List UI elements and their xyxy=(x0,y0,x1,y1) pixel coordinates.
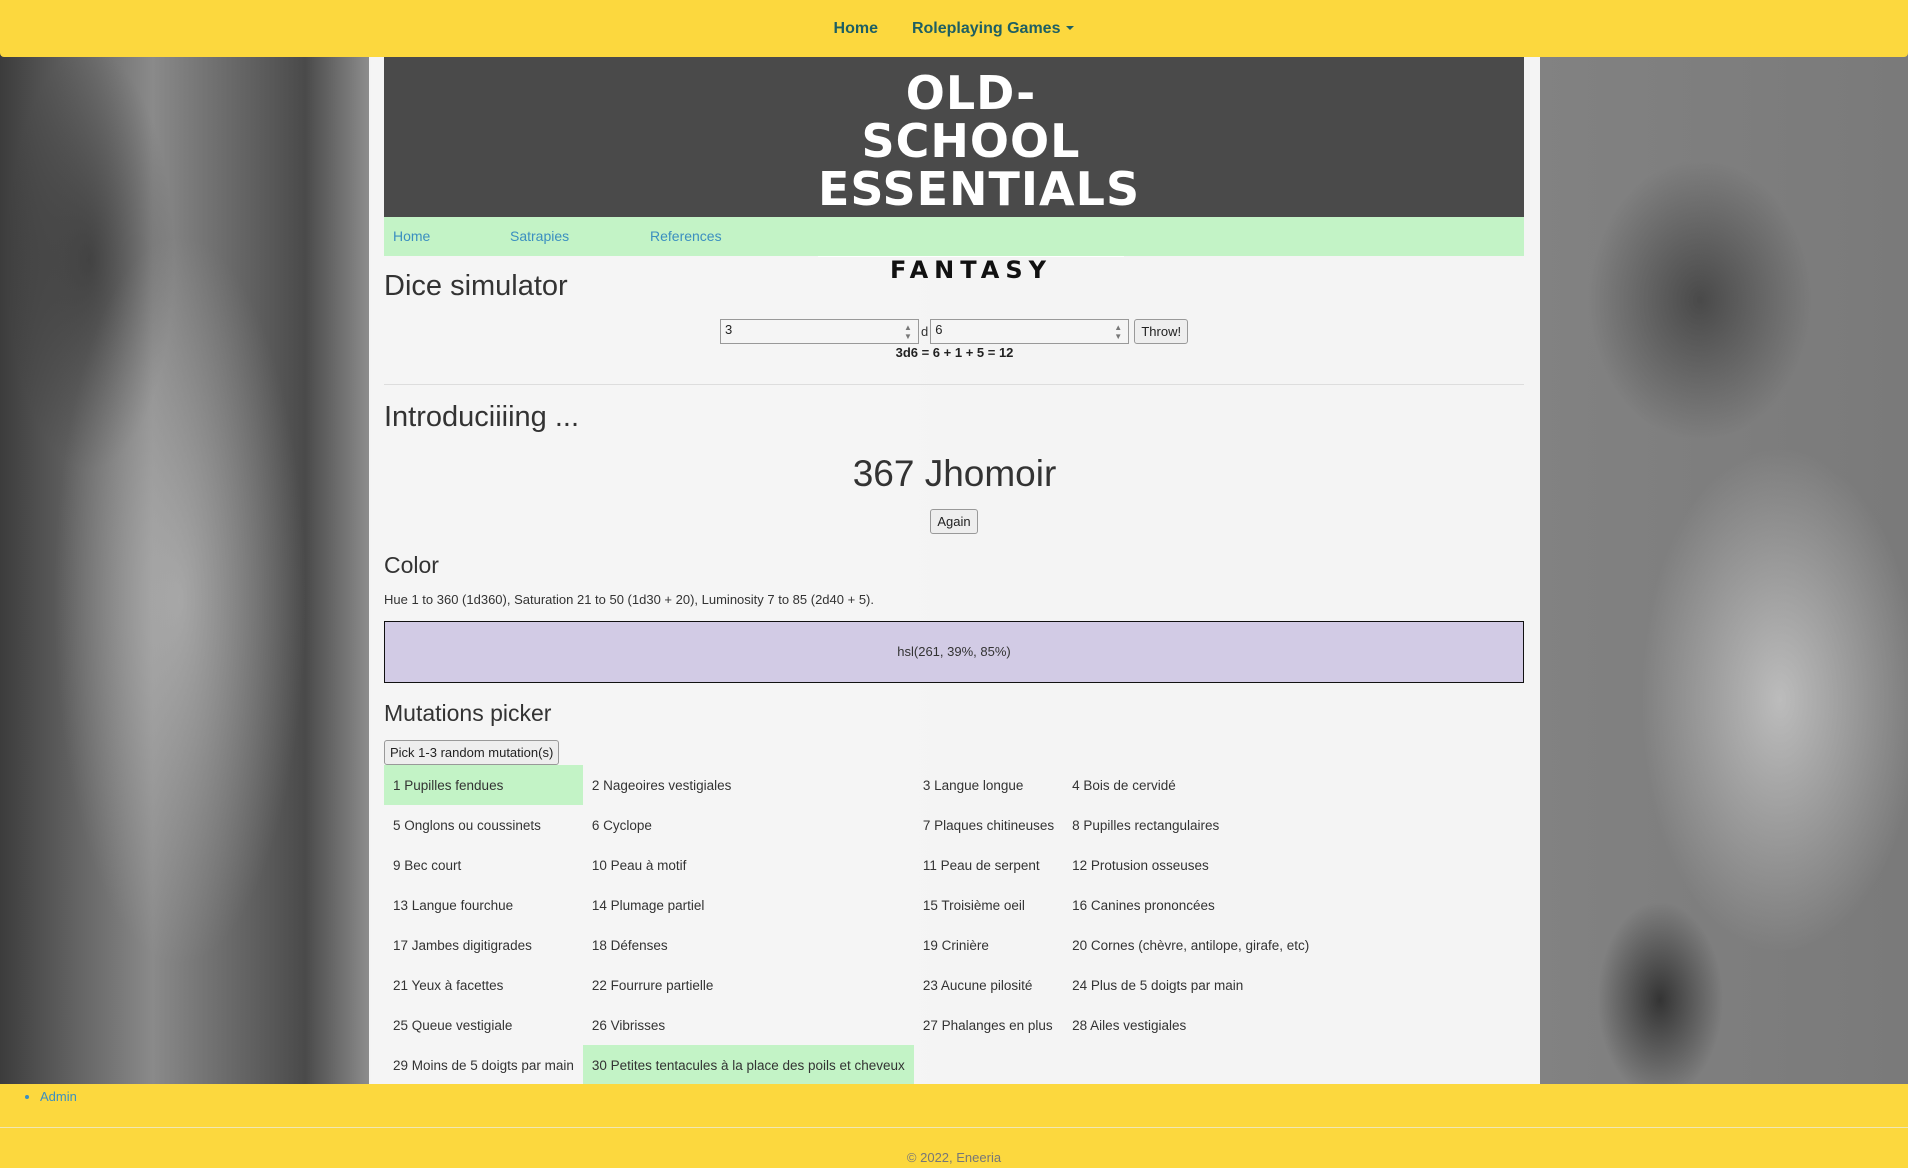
mutation-row: 9 Bec court 10 Peau à motif 11 Peau de ser… xyxy=(384,845,1318,885)
mutation-cell: 17 Jambes digitigrades xyxy=(393,937,532,953)
nav-roleplaying-games-dropdown[interactable]: Roleplaying Games xyxy=(912,20,1075,38)
subnav-satrapies-link[interactable]: Satrapies xyxy=(510,217,569,256)
mutations-heading: Mutations picker xyxy=(384,700,552,726)
header-banner: OLD-SCHOOL ESSENTIALS CLASSIC FANTASY xyxy=(384,57,1524,284)
main-content: OLD-SCHOOL ESSENTIALS CLASSIC FANTASY Ho… xyxy=(369,57,1540,1085)
introducing-heading: Introduciiiing ... xyxy=(384,401,580,433)
mutation-cell: 24 Plus de 5 doigts par main xyxy=(1072,977,1244,993)
admin-link[interactable]: Admin xyxy=(40,1089,77,1104)
mutation-cell: 4 Bois de cervidé xyxy=(1072,777,1176,793)
footer-list-item: Admin xyxy=(40,1089,77,1104)
mutation-row: 17 Jambes digitigrades 18 Défenses 19 Crin… xyxy=(384,925,1318,965)
mutation-row: 25 Queue vestigiale 26 Vibrisses 27 Phalan… xyxy=(384,1005,1318,1045)
mutation-cell: 6 Cyclope xyxy=(591,817,652,833)
mutation-cell: 2 Nageoires vestigiales xyxy=(591,777,732,793)
mutation-cell: 28 Ailes vestigiales xyxy=(1072,1017,1187,1033)
sub-navbar: Home Satrapies References xyxy=(384,217,1524,256)
mutation-cell: 7 Plaques chitineuses xyxy=(922,817,1055,833)
nav-rpg-label: Roleplaying Games xyxy=(911,19,1061,37)
mutation-cell: 8 Pupilles rectangulaires xyxy=(1072,817,1220,833)
top-navbar: Home Roleplaying Games xyxy=(0,0,1908,57)
logo-line-1: OLD-SCHOOL xyxy=(861,66,1081,168)
dice-sides-value: 6 xyxy=(935,322,943,337)
dice-result: 3d6 = 6 + 1 + 5 = 12 xyxy=(895,345,1014,360)
footer-divider xyxy=(0,1127,1908,1128)
throw-button[interactable]: Throw! xyxy=(1134,319,1189,344)
copyright-text: © 2022, Eneeria xyxy=(906,1150,1002,1165)
dice-count-input[interactable]: 3 ▲ ▼ xyxy=(720,319,919,344)
footer-links: Admin xyxy=(0,1089,77,1104)
mutation-cell: 3 Langue longue xyxy=(922,777,1024,793)
mutation-cell: 14 Plumage partiel xyxy=(591,897,705,913)
mutation-cell: 9 Bec court xyxy=(393,857,462,873)
mutation-row: 13 Langue fourchue 14 Plumage partiel 15 T… xyxy=(384,885,1318,925)
color-heading: Color xyxy=(384,552,439,578)
dice-form: 3 ▲ ▼ d 6 ▲ ▼ Throw! xyxy=(720,319,1189,344)
dice-sides-input[interactable]: 6 ▲ ▼ xyxy=(930,319,1130,344)
mutation-row: 21 Yeux à facettes 22 Fourrure partielle 2… xyxy=(384,965,1318,1005)
dice-simulator-heading: Dice simulator xyxy=(384,270,568,302)
mutation-cell xyxy=(914,1045,1063,1085)
mutation-row: 1 Pupilles fendues 2 Nageoires vestigiale… xyxy=(384,765,1318,805)
color-swatch: hsl(261, 39%, 85%) xyxy=(384,621,1524,683)
creature-name: 367 Jhomoir xyxy=(852,453,1057,494)
caret-down-icon xyxy=(1066,26,1075,31)
mutation-cell: 18 Défenses xyxy=(591,937,668,953)
subnav-references-link[interactable]: References xyxy=(650,217,722,256)
mutations-table: 1 Pupilles fendues 2 Nageoires vestigiale… xyxy=(384,765,1318,1085)
mutation-cell: 29 Moins de 5 doigts par main xyxy=(393,1057,574,1073)
mutation-cell: 26 Vibrisses xyxy=(591,1017,666,1033)
mutation-cell: 10 Peau à motif xyxy=(591,857,687,873)
mutation-cell: 23 Aucune pilosité xyxy=(922,977,1033,993)
footer: Admin © 2022, Eneeria xyxy=(0,1084,1908,1168)
mutation-cell: 5 Onglons ou coussinets xyxy=(393,817,541,833)
pick-mutations-button[interactable]: Pick 1-3 random mutation(s) xyxy=(384,740,560,765)
mutation-row: 29 Moins de 5 doigts par main 30 Petites … xyxy=(384,1045,1318,1085)
spinner-icon[interactable]: ▲ ▼ xyxy=(902,323,914,341)
logo-line-2: ESSENTIALS xyxy=(818,162,1141,216)
mutation-cell: 12 Protusion osseuses xyxy=(1072,857,1209,873)
mutation-cell: 19 Crinière xyxy=(922,937,989,953)
mutation-cell: 25 Queue vestigiale xyxy=(393,1017,513,1033)
mutation-cell: 16 Canines prononcées xyxy=(1072,897,1215,913)
section-divider xyxy=(384,384,1524,385)
mutation-cell xyxy=(1063,1045,1318,1085)
mutation-cell: 1 Pupilles fendues xyxy=(384,765,583,805)
mutation-cell: 22 Fourrure partielle xyxy=(591,977,714,993)
mutation-row: 5 Onglons ou coussinets 6 Cyclope 7 Plaque… xyxy=(384,805,1318,845)
color-description: Hue 1 to 360 (1d360), Saturation 21 to 5… xyxy=(384,592,874,607)
again-button[interactable]: Again xyxy=(930,509,978,534)
mutation-cell: 21 Yeux à facettes xyxy=(393,977,504,993)
mutation-cell: 27 Phalanges en plus xyxy=(922,1017,1053,1033)
spinner-icon[interactable]: ▲ ▼ xyxy=(1112,323,1124,341)
dice-separator: d xyxy=(921,324,929,339)
mutation-cell: 11 Peau de serpent xyxy=(922,857,1040,873)
mutation-cell: 20 Cornes (chèvre, antilope, girafe, etc… xyxy=(1072,937,1310,953)
dice-count-value: 3 xyxy=(725,322,733,337)
nav-home-link[interactable]: Home xyxy=(834,20,878,38)
subnav-home-link[interactable]: Home xyxy=(393,217,430,256)
mutation-cell: 13 Langue fourchue xyxy=(393,897,514,913)
mutation-cell: 30 Petites tentacules à la place des poi… xyxy=(582,1045,914,1085)
mutation-cell: 15 Troisième oeil xyxy=(922,897,1025,913)
